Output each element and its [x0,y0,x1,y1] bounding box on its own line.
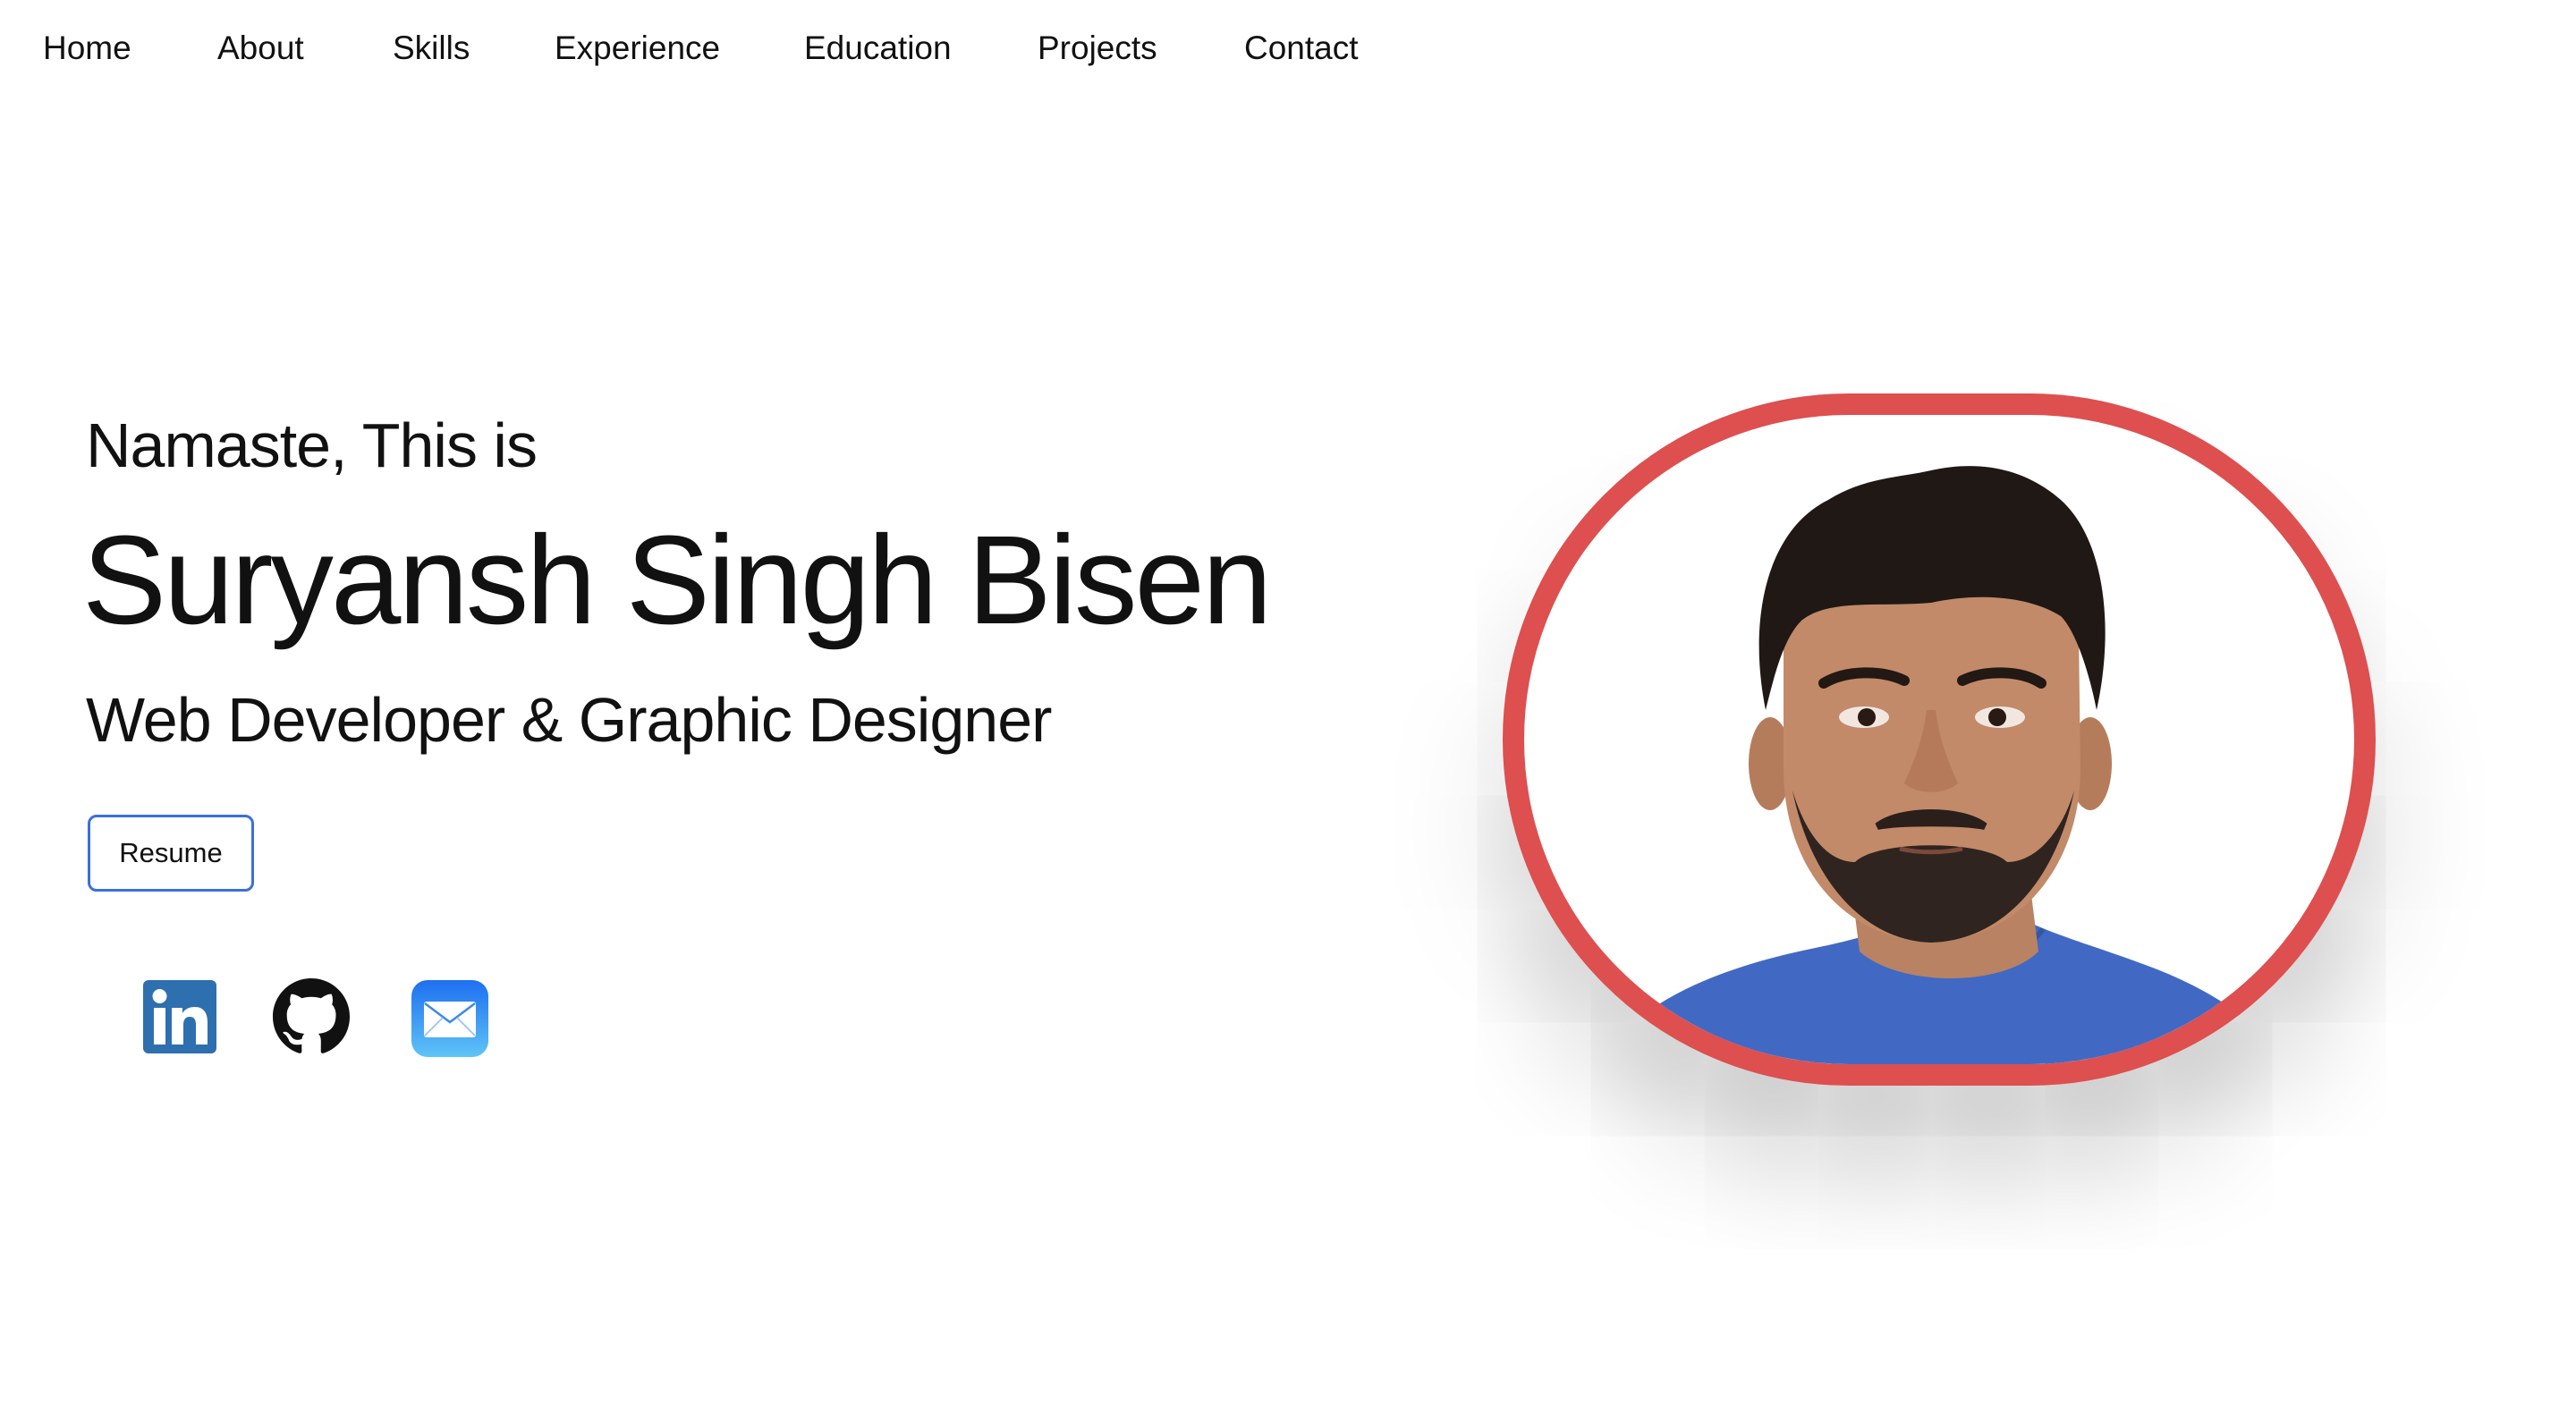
linkedin-icon[interactable] [141,978,222,1059]
resume-button[interactable]: Resume [88,815,254,892]
hero-greeting: Namaste, This is [86,410,538,480]
nav-contact-link[interactable]: Contact [1244,27,1359,70]
hero-name: Suryansh Singh Bisen [82,509,1272,650]
nav-skills-link[interactable]: Skills [393,27,470,70]
top-nav: Home About Skills Experience Education P… [0,0,2576,100]
github-icon[interactable] [273,978,353,1059]
profile-portrait [1596,466,2284,1064]
hero-role: Web Developer & Graphic Designer [86,685,1052,755]
profile-photo [1503,393,2376,1086]
nav-projects-link[interactable]: Projects [1038,27,1157,70]
nav-education-link[interactable]: Education [804,27,952,70]
mail-icon[interactable] [410,978,490,1059]
nav-experience-link[interactable]: Experience [555,27,720,70]
nav-about-link[interactable]: About [217,27,304,70]
nav-home-link[interactable]: Home [43,27,131,70]
